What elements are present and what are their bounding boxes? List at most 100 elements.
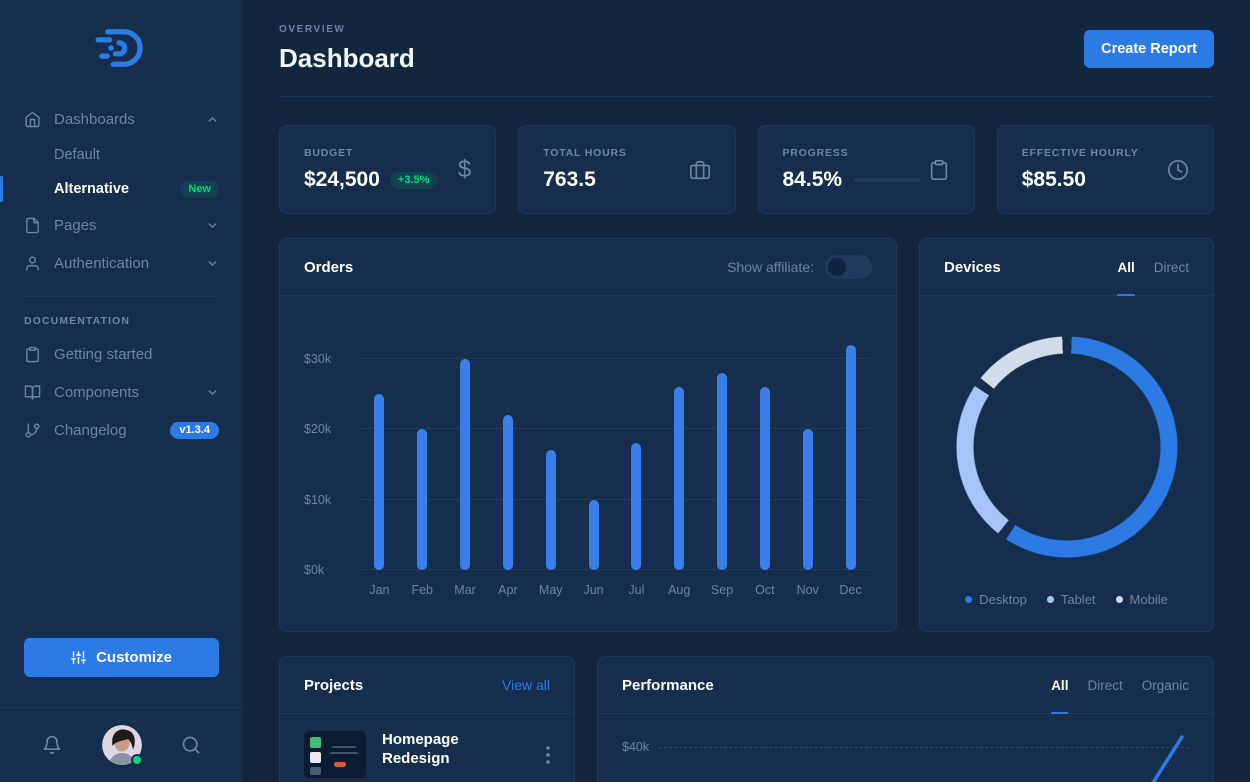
bar-column [743, 387, 786, 570]
x-axis-tick-label: Aug [658, 583, 701, 597]
stat-value: $85.50 [1022, 168, 1086, 192]
x-axis-tick-label: Oct [743, 583, 786, 597]
sidebar-item-label: Pages [54, 217, 97, 234]
kebab-menu-icon[interactable] [546, 746, 550, 764]
toggle-knob [828, 258, 846, 276]
project-list-item[interactable]: Homepage Redesign [280, 714, 574, 782]
git-branch-icon [24, 422, 41, 439]
legend-label: Mobile [1130, 592, 1168, 607]
legend-item-desktop: Desktop [965, 592, 1027, 607]
file-icon [24, 217, 41, 234]
progress-bar [854, 178, 921, 182]
bar-feb [417, 429, 427, 570]
budget-stat-card: Budget $24,500 +3.5% $ [279, 125, 496, 214]
devices-tab-all[interactable]: All [1117, 239, 1134, 295]
bar-jan [374, 394, 384, 570]
chevron-up-icon [206, 113, 219, 126]
stat-value: 84.5% [783, 168, 843, 192]
bell-icon[interactable] [42, 735, 62, 755]
bar-column [444, 359, 487, 570]
devices-tabs: All Direct [1117, 239, 1189, 295]
bar-aug [674, 387, 684, 570]
performance-line-chart: $40k [598, 714, 1213, 782]
briefcase-icon [689, 159, 711, 181]
bar-column [786, 429, 829, 570]
bar-sep [717, 373, 727, 570]
x-axis-tick-label: May [529, 583, 572, 597]
project-title: Homepage Redesign [382, 731, 530, 769]
y-axis-tick-label: $40k [622, 740, 649, 754]
show-affiliate-toggle[interactable] [825, 255, 872, 279]
performance-tab-organic[interactable]: Organic [1142, 657, 1189, 713]
bar-column [401, 429, 444, 570]
user-icon [24, 255, 41, 272]
bar-oct [760, 387, 770, 570]
page-pretitle: Overview [279, 24, 415, 35]
x-axis-tick-label: Apr [486, 583, 529, 597]
home-icon [24, 111, 41, 128]
legend-dot [1116, 596, 1123, 603]
sidebar-item-label: Components [54, 384, 139, 401]
bar-column [829, 345, 872, 570]
bar-may [546, 450, 556, 570]
sidebar: Dashboards Default Alternative New Pages… [0, 0, 243, 782]
legend-item-tablet: Tablet [1047, 592, 1096, 607]
performance-tabs: All Direct Organic [1051, 657, 1189, 713]
orders-bar-chart: $0k$10k$20k$30k JanFebMarAprMayJunJulAug… [304, 318, 872, 597]
chevron-down-icon [206, 257, 219, 270]
devices-card: Devices All Direct DesktopTabletMobile [919, 238, 1214, 632]
online-status-dot [131, 754, 143, 766]
bar-nov [803, 429, 813, 570]
sidebar-item-dashboards[interactable]: Dashboards [24, 100, 219, 138]
sidebar-nav: Dashboards Default Alternative New Pages… [0, 100, 243, 282]
sidebar-item-alternative[interactable]: Alternative New [24, 172, 219, 206]
devices-tab-direct[interactable]: Direct [1154, 239, 1189, 295]
sidebar-item-label: Authentication [54, 255, 149, 272]
y-axis-tick-label: $30k [304, 351, 350, 367]
sidebar-item-pages[interactable]: Pages [24, 206, 219, 244]
sidebar-item-label: Default [54, 147, 100, 163]
devices-legend: Desktop Tablet Mobile [944, 592, 1189, 607]
sidebar-item-label: Alternative [54, 181, 129, 197]
user-avatar[interactable] [102, 725, 142, 765]
x-axis-tick-label: Nov [786, 583, 829, 597]
customize-button[interactable]: Customize [24, 638, 219, 677]
progress-stat-card: Progress 84.5% [758, 125, 975, 214]
x-axis-tick-label: Feb [401, 583, 444, 597]
bars-area [358, 318, 872, 570]
sidebar-item-authentication[interactable]: Authentication [24, 244, 219, 282]
sliders-icon [71, 650, 86, 665]
orders-card: Orders Show affiliate: $0k$10k$20k$30k J… [279, 238, 897, 632]
create-report-button[interactable]: Create Report [1084, 30, 1214, 68]
budget-change-badge: +3.5% [390, 172, 438, 189]
x-axis-tick-label: Dec [829, 583, 872, 597]
total-hours-stat-card: Total hours 763.5 [518, 125, 735, 214]
legend-dot [1047, 596, 1054, 603]
x-axis-tick-label: Jun [572, 583, 615, 597]
stats-row: Budget $24,500 +3.5% $ Total hours 763.5 [279, 125, 1214, 214]
show-affiliate-label: Show affiliate: [727, 259, 814, 275]
view-all-link[interactable]: View all [502, 677, 550, 693]
page-header: Overview Dashboard Create Report [279, 24, 1214, 97]
sidebar-item-components[interactable]: Components [24, 373, 219, 411]
book-open-icon [24, 384, 41, 401]
sidebar-item-label: Dashboards [54, 111, 135, 128]
stat-value: $24,500 [304, 168, 380, 192]
search-icon[interactable] [181, 735, 201, 755]
performance-tab-direct[interactable]: Direct [1087, 657, 1122, 713]
bar-column [358, 394, 401, 570]
sidebar-item-changelog[interactable]: Changelog v1.3.4 [24, 411, 219, 449]
stat-label: Budget [304, 147, 437, 159]
sidebar-item-label: Changelog [54, 422, 127, 439]
bar-column [701, 373, 744, 570]
legend-dot [965, 596, 972, 603]
dashkit-logo[interactable] [93, 26, 151, 70]
sidebar-item-label: Getting started [54, 346, 152, 363]
performance-tab-all[interactable]: All [1051, 657, 1068, 713]
bar-jun [589, 500, 599, 570]
sidebar-item-default[interactable]: Default [24, 138, 219, 172]
sidebar-item-getting-started[interactable]: Getting started [24, 335, 219, 373]
bar-mar [460, 359, 470, 570]
x-axis-tick-label: Mar [444, 583, 487, 597]
performance-card-title: Performance [622, 677, 714, 694]
